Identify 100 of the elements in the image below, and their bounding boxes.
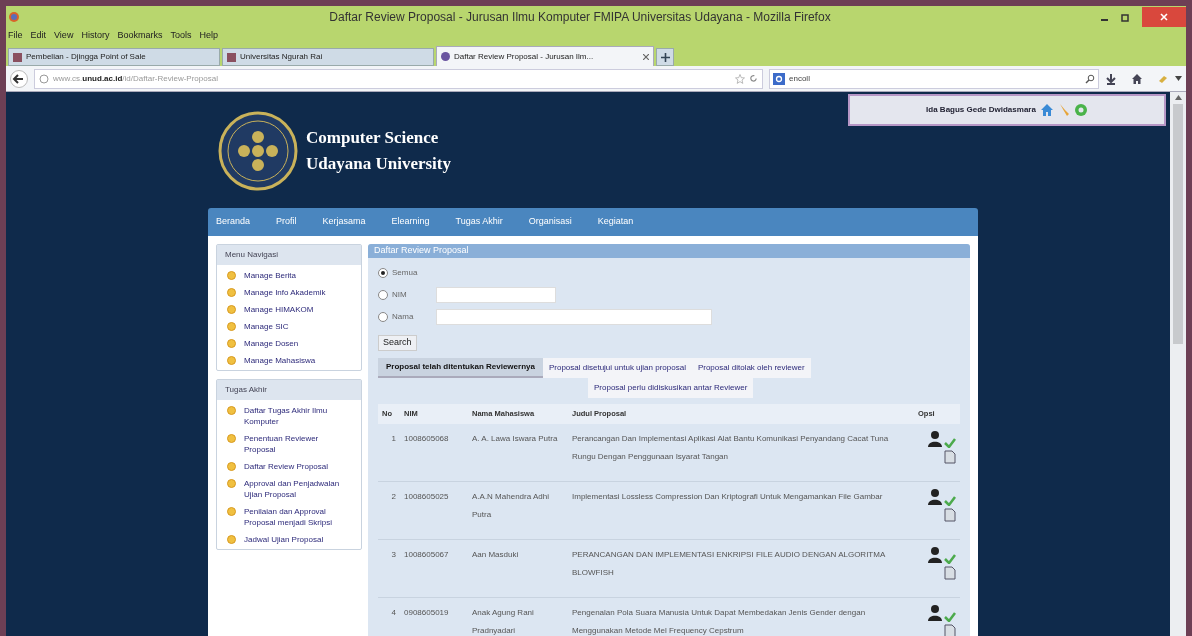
table-cell-text: Perancangan Dan Implementasi Aplikasi Alat Bantu Komunikasi Penyandang Cacat Tuna Rungu Dengan Penggunaan Isyarat Tangan [571,433,890,463]
sidebar-link[interactable]: Daftar Review Proposal [244,461,329,472]
nav-link[interactable]: Tugas Akhir [455,215,503,229]
restore-icon[interactable] [1121,12,1130,22]
menu-item[interactable]: Help [199,29,218,43]
user-icon[interactable] [928,430,944,448]
sidebar-link[interactable]: Manage SIC [244,321,289,332]
scrollbar-thumb[interactable] [1173,104,1183,344]
plus-icon[interactable] [660,52,670,62]
user-icon[interactable] [928,488,944,506]
bullet-icon [227,356,236,365]
nav-link[interactable]: Profil [276,215,297,229]
address-bar[interactable]: www.cs.unud.ac.id/id/Daftar-Review-Proposal [34,68,763,89]
table-cell-text: Implementasi Lossless Compression Dan Kriptografi Untuk Mengamankan File Gambar [571,491,884,503]
menu-item[interactable]: File [8,29,23,43]
globe-icon [39,73,49,84]
close-button[interactable] [1142,7,1186,27]
tab-favicon-icon [441,52,450,61]
table-cell-text: A.A.N Mahendra Adhi Putra [471,491,550,521]
nav-link[interactable]: Beranda [216,215,251,229]
sidebar-link[interactable]: Penilaian dan Approval Proposal menjadi Skripsi [244,506,351,528]
menu-item[interactable]: History [81,29,110,43]
user-icon[interactable] [928,546,944,564]
bullet-icon [227,339,236,348]
table-cell-text: Aan Masduki [471,549,520,561]
text-input-field[interactable] [436,309,712,325]
sidebar-link[interactable]: Manage Dosen [244,338,299,349]
nav-link[interactable]: Organisasi [528,215,572,229]
browser-tab[interactable]: Pembelian - Djingga Point of Sale [8,48,220,66]
radio-button[interactable] [378,290,388,300]
sidebar-link[interactable]: Jadwal Ujian Proposal [244,534,324,545]
new-tab-button[interactable] [656,48,674,66]
text-input-field[interactable] [436,287,556,303]
checkmark-icon[interactable] [944,612,956,622]
window-title: Daftar Review Proposal - Jurusan Ilmu Komputer FMIPA Universitas Udayana - Mozilla Firefox [328,9,832,26]
reload-icon[interactable] [749,74,758,83]
proposal-tab[interactable]: Proposal perlu didiskusikan antar Reviewer [588,378,754,398]
search-text: encoll [789,72,810,85]
checkmark-icon[interactable] [944,496,956,506]
search-engine-icon[interactable] [773,72,785,85]
sidebar-link[interactable]: Penentuan Reviewer Proposal [244,433,351,455]
table-cell-text: 1008605025 [403,491,450,503]
sidebar-link[interactable]: Daftar Tugas Akhir Ilmu Komputer [244,405,351,427]
bookmark-star-icon[interactable] [735,73,745,84]
scrollbar[interactable] [1170,92,1186,636]
bullet-icon [227,288,236,297]
proposal-tab[interactable]: Proposal ditolak oleh reviewer [691,358,811,378]
menu-item[interactable]: View [54,29,74,43]
caret-icon[interactable] [1175,76,1182,81]
nav-link[interactable]: Kegiatan [597,215,634,229]
table-cell-text: 3 [390,549,397,561]
nav-link[interactable]: Kerjasama [322,215,366,229]
browser-tab[interactable]: Daftar Review Proposal - Jurusan Ilm... [436,46,654,66]
search-bar[interactable]: encoll [769,68,1099,89]
radio-label: Nama [392,311,415,323]
sidebar-link[interactable]: Manage Berita [244,270,297,281]
sidebar-link[interactable]: Manage HIMAKOM [244,304,314,315]
search-icon[interactable] [1085,73,1095,84]
browser-tab[interactable]: Universitas Ngurah Rai [222,48,434,66]
table-cell-text: A. A. Lawa Iswara Putra [471,433,559,445]
home-icon[interactable] [1131,72,1143,85]
checkmark-icon[interactable] [944,438,956,448]
close-tab-icon[interactable] [643,53,649,60]
close-icon[interactable] [1160,13,1168,21]
bullet-icon [227,271,236,280]
bullet-icon [227,507,236,516]
bullet-icon [227,535,236,544]
document-icon[interactable] [944,566,956,580]
scroll-up-icon[interactable] [1174,95,1182,100]
table-cell-text: 1 [390,433,397,445]
table-cell-text: 4 [390,607,397,619]
proposal-tab[interactable]: Proposal disetujui untuk ujian proposal [542,358,692,378]
site-title: Computer Science [306,127,440,149]
document-icon[interactable] [944,508,956,522]
table-cell-text: Pengenalan Pola Suara Manusia Untuk Dapat Membedakan Jenis Gender dengan Menggunakan Metode Mel Frequency Cepstrum [571,607,867,636]
sidebar-link[interactable]: Manage Mahasiswa [244,355,316,366]
tab-favicon-icon [227,52,236,62]
menu-item[interactable]: Bookmarks [117,29,163,43]
sidebar-link[interactable]: Approval dan Penjadwalan Ujian Proposal [244,478,351,500]
radio-button[interactable] [378,268,388,278]
search-button[interactable]: Search [378,334,417,351]
menu-item[interactable]: Tools [170,29,192,43]
bullet-icon [227,479,236,488]
proposal-tab[interactable]: Proposal telah ditentukan Reviewernya [378,358,543,378]
bullet-icon [227,462,236,471]
document-icon[interactable] [944,450,956,464]
document-icon[interactable] [944,624,956,636]
download-icon[interactable] [1105,72,1117,85]
tab-favicon-icon [13,52,22,62]
bullet-icon [227,406,236,415]
site-subtitle: Udayana University [306,153,451,175]
menu-item[interactable]: Edit [30,29,47,43]
sidebar-link[interactable]: Manage Info Akademik [244,287,326,298]
checkmark-icon[interactable] [944,554,956,564]
bullet-icon [227,305,236,314]
nav-link[interactable]: Elearning [391,215,430,229]
radio-button[interactable] [378,312,388,322]
back-icon[interactable] [10,69,28,88]
user-icon[interactable] [928,604,944,622]
user-name: Ida Bagus Gede Dwidasmara [926,104,1036,116]
